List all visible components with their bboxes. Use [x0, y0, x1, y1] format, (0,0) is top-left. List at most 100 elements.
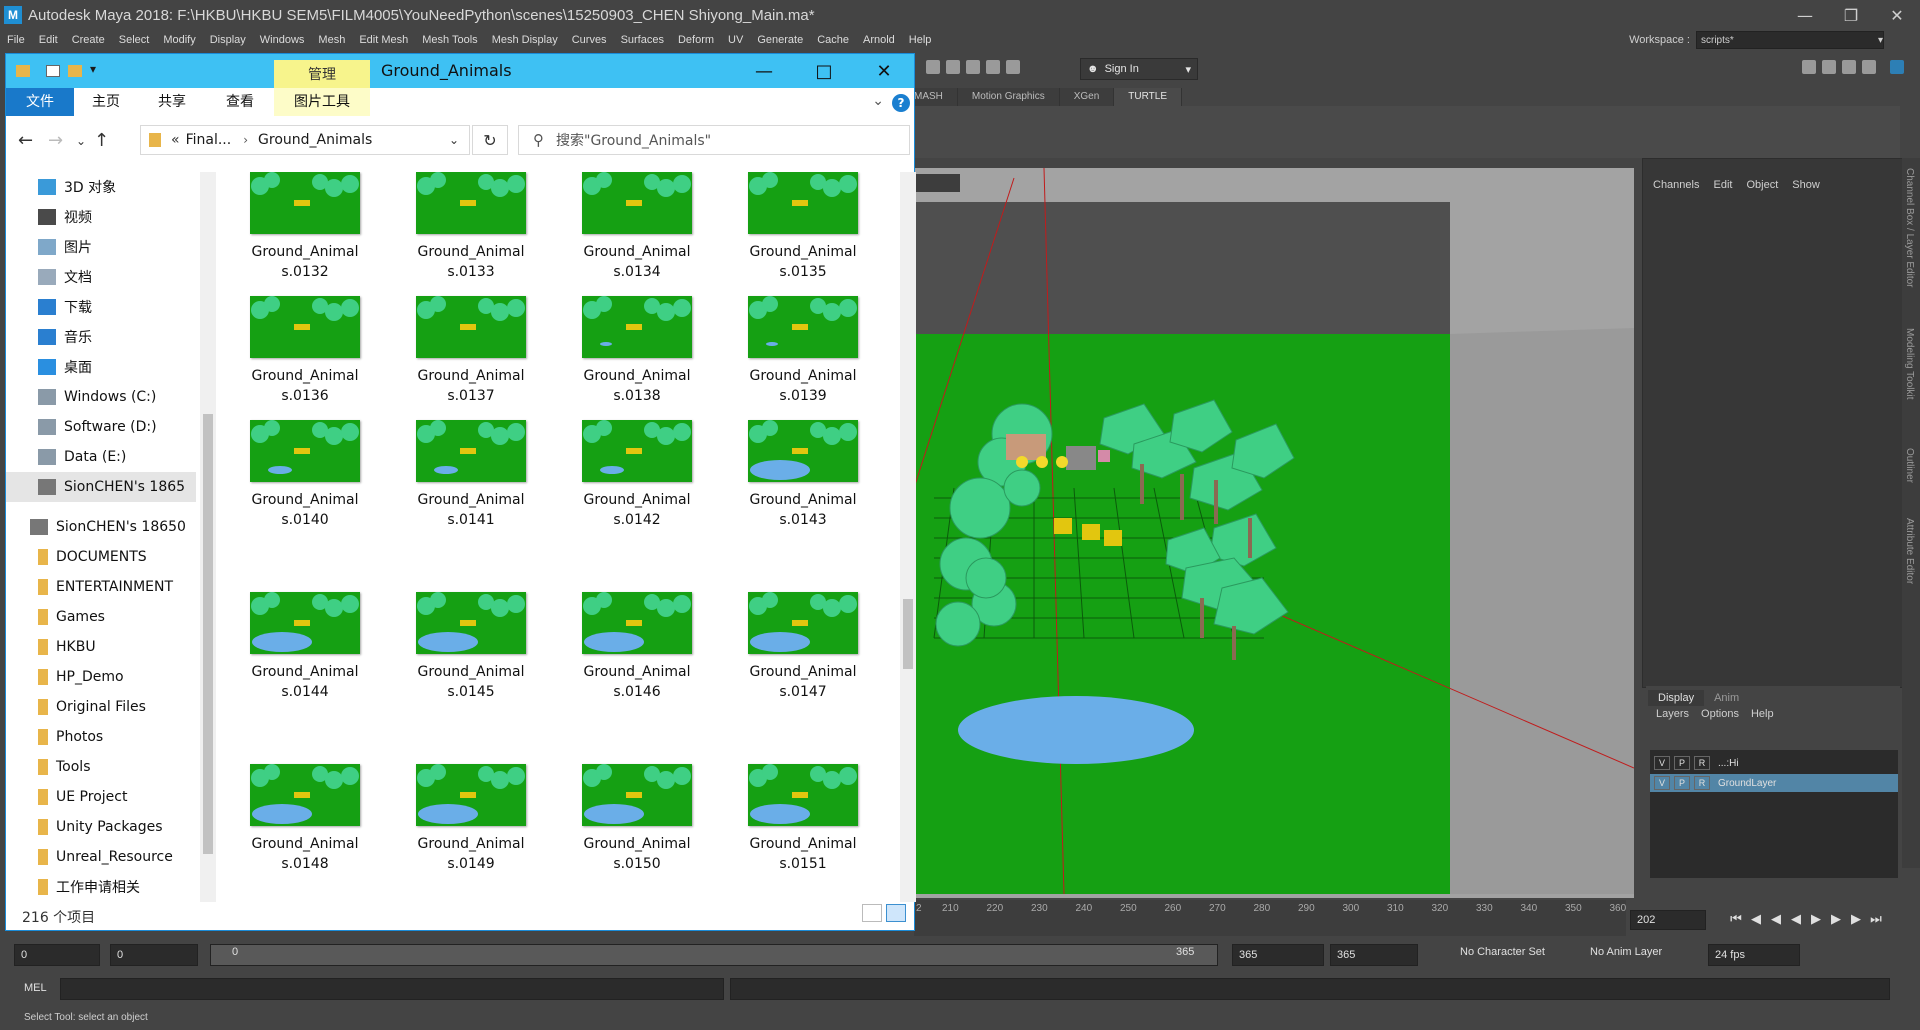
nav-item[interactable]: ENTERTAINMENT	[6, 572, 196, 602]
nav-item[interactable]: 图片	[6, 232, 196, 262]
go-to-end-icon[interactable]: ⏭	[1866, 908, 1886, 930]
menu-mesh-tools[interactable]: Mesh Tools	[415, 34, 484, 46]
vtab-channel-box[interactable]: Channel Box / Layer Editor	[1904, 168, 1915, 288]
layer-tab-display[interactable]: Display	[1648, 690, 1705, 706]
file-item[interactable]: Ground_Animal s.0147	[738, 592, 868, 708]
mel-label[interactable]: MEL	[24, 982, 47, 994]
render-settings-icon[interactable]	[966, 60, 980, 74]
nav-item[interactable]: 3D 对象	[6, 172, 196, 202]
menu-modify[interactable]: Modify	[156, 34, 202, 46]
large-icons-view-icon[interactable]	[886, 904, 906, 922]
nav-item[interactable]: Windows (C:)	[6, 382, 196, 412]
forward-icon[interactable]: →	[48, 130, 63, 151]
menu-mesh[interactable]: Mesh	[311, 34, 352, 46]
customize-toolbar-icon[interactable]: ▾	[90, 62, 96, 76]
nav-item[interactable]: 文档	[6, 262, 196, 292]
file-item[interactable]: Ground_Animal s.0134	[572, 172, 702, 288]
menu-generate[interactable]: Generate	[750, 34, 810, 46]
file-item[interactable]: Ground_Animal s.0144	[240, 592, 370, 708]
breadcrumb-parent[interactable]: Final...	[186, 132, 232, 148]
properties-icon[interactable]	[46, 65, 60, 77]
fps-dropdown[interactable]: 24 fps	[1708, 944, 1800, 966]
menu-cache[interactable]: Cache	[810, 34, 856, 46]
menu-file[interactable]: File	[0, 34, 32, 46]
file-item[interactable]: Ground_Animal s.0139	[738, 296, 868, 412]
menu-deform[interactable]: Deform	[671, 34, 721, 46]
nav-item[interactable]: Tools	[6, 752, 196, 782]
mel-input[interactable]	[60, 978, 724, 1000]
refresh-icon[interactable]: ↻	[472, 125, 508, 155]
tab-file[interactable]: 文件	[6, 88, 74, 116]
file-item[interactable]: Ground_Animal s.0137	[406, 296, 536, 412]
layer-reference-toggle[interactable]: R	[1694, 756, 1710, 770]
sign-in-button[interactable]: ☻ Sign In ▾	[1080, 58, 1198, 80]
layer-playback-toggle[interactable]: P	[1674, 776, 1690, 790]
menu-arnold[interactable]: Arnold	[856, 34, 902, 46]
nav-item[interactable]: DOCUMENTS	[6, 542, 196, 572]
layer-menu-help[interactable]: Help	[1745, 708, 1780, 720]
attribute-editor-icon[interactable]	[1822, 60, 1836, 74]
file-item[interactable]: Ground_Animal s.0135	[738, 172, 868, 288]
file-item[interactable]: Ground_Animal s.0132	[240, 172, 370, 288]
ipr-render-icon[interactable]	[946, 60, 960, 74]
channel-box-menu-show[interactable]: Show	[1785, 179, 1827, 191]
outliner-icon[interactable]	[1890, 60, 1904, 74]
menu-surfaces[interactable]: Surfaces	[614, 34, 671, 46]
go-to-start-icon[interactable]: ⏮	[1726, 908, 1746, 930]
layer-tab-anim[interactable]: Anim	[1704, 690, 1749, 706]
file-grid-scrollbar-thumb[interactable]	[903, 599, 913, 669]
maximize-icon[interactable]: □	[794, 54, 854, 88]
layer-visibility-toggle[interactable]: V	[1654, 756, 1670, 770]
nav-item[interactable]: 工作申请相关	[6, 872, 196, 902]
step-forward-frame-icon[interactable]: ▶	[1826, 908, 1846, 930]
menu-display[interactable]: Display	[203, 34, 253, 46]
layer-reference-toggle[interactable]: R	[1694, 776, 1710, 790]
help-icon[interactable]: ?	[892, 94, 910, 112]
menu-windows[interactable]: Windows	[253, 34, 312, 46]
current-frame-field[interactable]: 202	[1630, 910, 1706, 930]
nav-item[interactable]: UE Project	[6, 782, 196, 812]
viewport-panel-menu[interactable]	[914, 174, 960, 192]
tab-share[interactable]: 共享	[138, 88, 206, 116]
navigation-scrollbar-thumb[interactable]	[203, 414, 213, 854]
nav-item[interactable]: Photos	[6, 722, 196, 752]
back-icon[interactable]: ←	[18, 130, 33, 151]
vtab-attribute-editor[interactable]: Attribute Editor	[1904, 518, 1915, 584]
shelf-tab-xgen[interactable]: XGen	[1059, 88, 1115, 106]
channel-box-menu-object[interactable]: Object	[1739, 179, 1785, 191]
nav-item[interactable]: 视频	[6, 202, 196, 232]
menu-select[interactable]: Select	[112, 34, 157, 46]
nav-item[interactable]: 下载	[6, 292, 196, 322]
pause-icon[interactable]	[1006, 60, 1020, 74]
3d-viewport[interactable]	[914, 168, 1634, 898]
anim-layer-dropdown[interactable]: No Anim Layer	[1590, 946, 1662, 958]
layer-visibility-toggle[interactable]: V	[1654, 776, 1670, 790]
menu-help[interactable]: Help	[902, 34, 939, 46]
file-item[interactable]: Ground_Animal s.0143	[738, 420, 868, 536]
close-icon[interactable]: ✕	[854, 54, 914, 88]
layer-playback-toggle[interactable]: P	[1674, 756, 1690, 770]
step-forward-key-icon[interactable]: ▶	[1846, 908, 1866, 930]
tool-settings-icon[interactable]	[1842, 60, 1856, 74]
file-item[interactable]: Ground_Animal s.0149	[406, 764, 536, 880]
workspace-dropdown[interactable]: scripts* ▾	[1696, 31, 1884, 49]
playback-start-field[interactable]: 0	[110, 944, 198, 966]
play-forward-icon[interactable]: ▶	[1806, 908, 1826, 930]
menu-edit-mesh[interactable]: Edit Mesh	[352, 34, 415, 46]
search-input[interactable]: ⚲ 搜索"Ground_Animals"	[518, 125, 910, 155]
minimize-icon[interactable]: —	[734, 54, 794, 88]
vtab-modeling-toolkit[interactable]: Modeling Toolkit	[1904, 328, 1915, 400]
breadcrumb-current[interactable]: Ground_Animals	[258, 132, 372, 148]
file-item[interactable]: Ground_Animal s.0142	[572, 420, 702, 536]
vtab-outliner[interactable]: Outliner	[1904, 448, 1915, 483]
file-item[interactable]: Ground_Animal s.0138	[572, 296, 702, 412]
file-item[interactable]: Ground_Animal s.0146	[572, 592, 702, 708]
range-slider-bar[interactable]	[210, 944, 1218, 966]
nav-item[interactable]: Games	[6, 602, 196, 632]
nav-item[interactable]: Software (D:)	[6, 412, 196, 442]
file-item[interactable]: Ground_Animal s.0150	[572, 764, 702, 880]
nav-item[interactable]: Data (E:)	[6, 442, 196, 472]
nav-item[interactable]: HP_Demo	[6, 662, 196, 692]
menu-uv[interactable]: UV	[721, 34, 750, 46]
menu-curves[interactable]: Curves	[565, 34, 614, 46]
